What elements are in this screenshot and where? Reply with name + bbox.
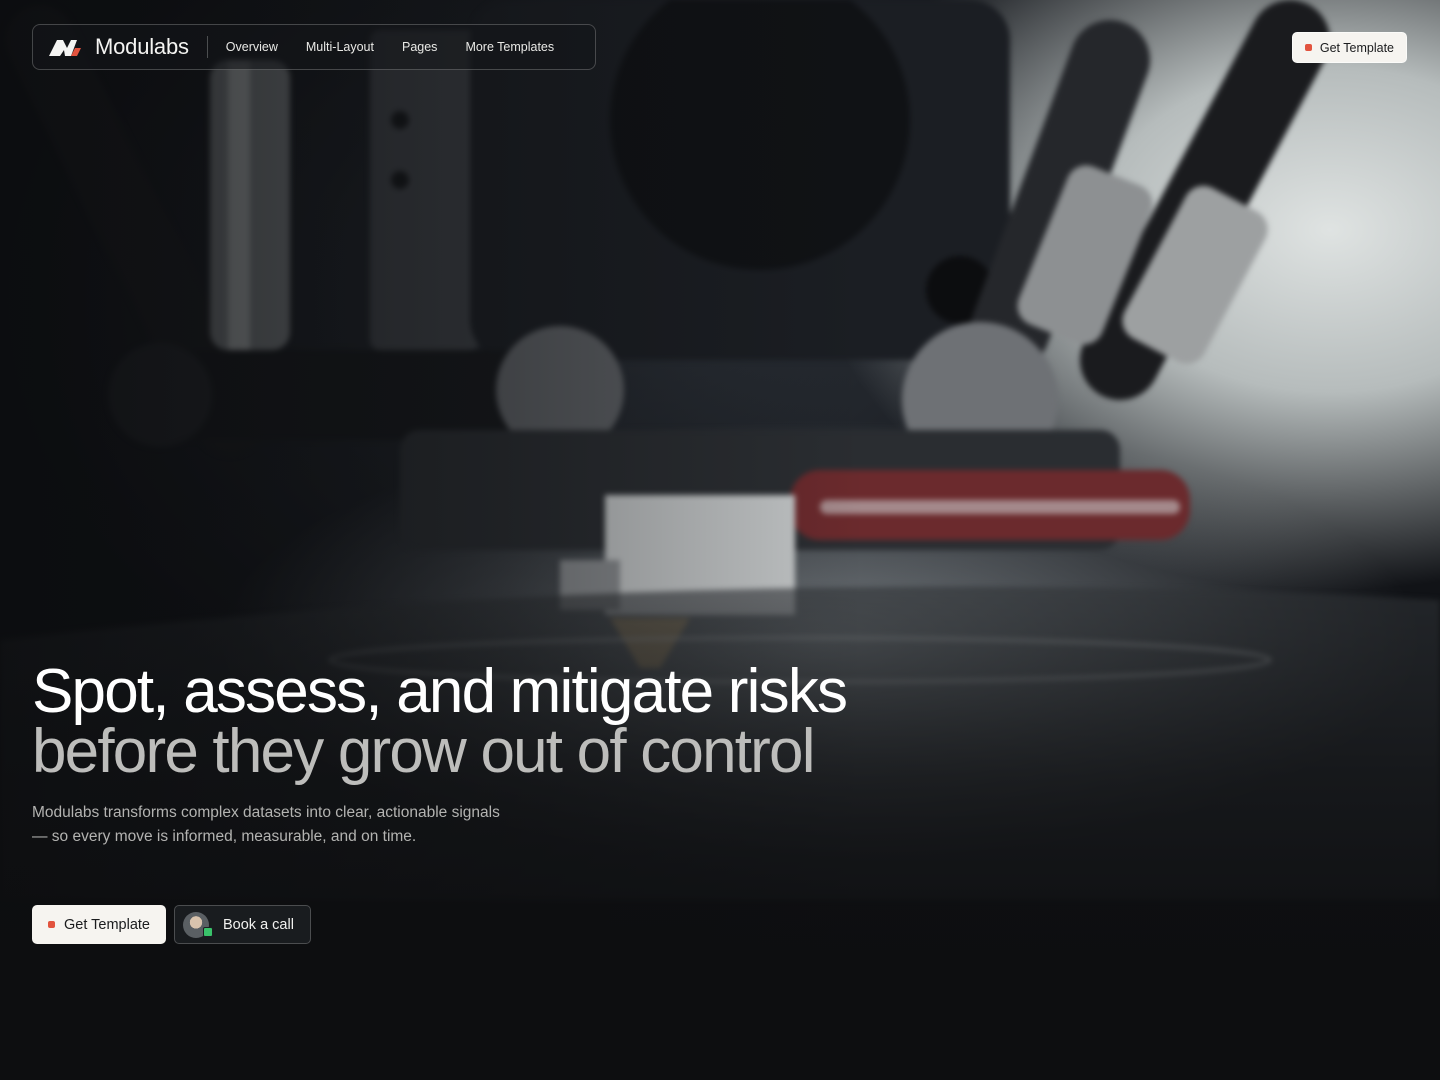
headline-line-2: before they grow out of control [32, 717, 815, 786]
get-template-header-button[interactable]: Get Template [1291, 32, 1407, 63]
modulabs-logo-icon [49, 40, 81, 56]
headline-line-1: Spot, assess, and mitigate risks [32, 657, 848, 726]
book-a-call-button[interactable]: Book a call [173, 905, 311, 944]
get-template-header-label: Get Template [1319, 40, 1394, 55]
hero-headline: Spot, assess, and mitigate risks before … [32, 657, 848, 786]
accent-square-icon [48, 921, 55, 928]
nav-link-more-templates[interactable]: More Templates [465, 40, 554, 54]
top-navigation: Modulabs Overview Multi-Layout Pages Mor… [32, 24, 596, 70]
nav-divider [206, 36, 208, 58]
hero-subcopy: Modulabs transforms complex datasets int… [32, 804, 500, 845]
hero-actions: Get Template Book a call [32, 905, 311, 944]
avatar [182, 911, 215, 938]
nav-link-multi-layout[interactable]: Multi-Layout [306, 40, 374, 54]
get-template-button[interactable]: Get Template [32, 905, 166, 944]
accent-square-icon [1304, 44, 1312, 51]
nav-link-overview[interactable]: Overview [226, 40, 278, 54]
hero-section: Modulabs Overview Multi-Layout Pages Mor… [0, 0, 1440, 1080]
brand-home-link[interactable]: Modulabs [49, 34, 189, 60]
brand-name: Modulabs [95, 34, 189, 59]
book-a-call-label: Book a call [222, 916, 294, 933]
online-status-icon [202, 926, 213, 937]
nav-links: Overview Multi-Layout Pages More Templat… [226, 40, 554, 54]
nav-link-pages[interactable]: Pages [402, 40, 437, 54]
get-template-label: Get Template [64, 916, 150, 933]
